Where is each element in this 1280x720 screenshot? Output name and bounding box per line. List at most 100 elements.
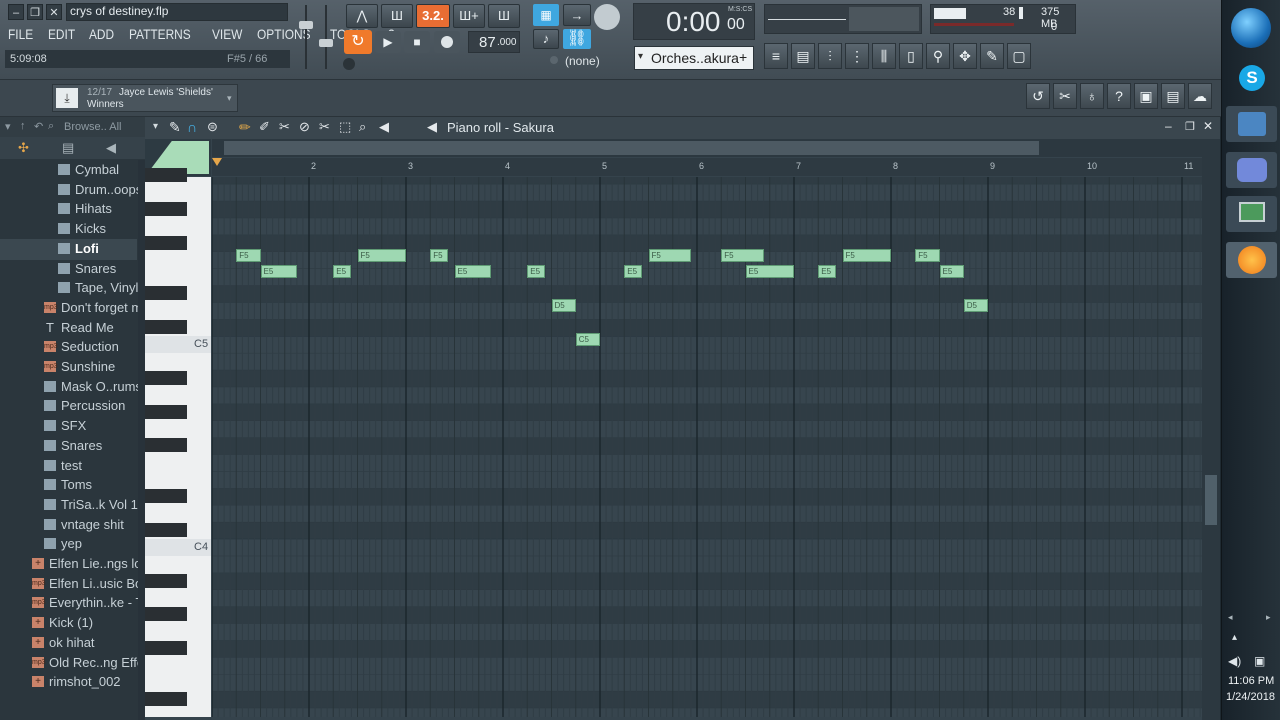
play-button[interactable]: ▶ [375, 31, 401, 53]
countdown-icon[interactable] [594, 4, 620, 30]
browser-item[interactable]: Snares [0, 259, 137, 280]
playback-tool-icon[interactable]: ◀ [379, 119, 389, 135]
black-key[interactable] [145, 438, 187, 453]
undo-icon[interactable]: ↺ [1026, 83, 1050, 109]
piano-roll-icon[interactable]: ⋮ [845, 43, 869, 69]
browser-item[interactable]: Toms [0, 475, 137, 496]
help-icon[interactable]: ? [1107, 83, 1131, 109]
magnet-icon[interactable]: ∩ [187, 119, 197, 135]
black-key[interactable] [145, 641, 187, 656]
stamp-icon[interactable]: ⊜ [207, 119, 218, 135]
computer-taskbar-icon[interactable] [1226, 196, 1277, 232]
zoom-tool-icon[interactable]: ⌕ [359, 119, 366, 135]
microphone-icon[interactable]: ♁ [1080, 83, 1104, 109]
save-icon[interactable]: ▣ [1134, 83, 1158, 109]
step-forward-icon[interactable]: → [563, 4, 591, 26]
pencil-icon[interactable]: ✏ [239, 119, 251, 136]
black-key[interactable] [145, 286, 187, 301]
note[interactable]: E5 [454, 265, 491, 279]
none-select[interactable]: (none) [565, 54, 600, 68]
mute-tool-icon[interactable]: ⊘ [299, 119, 310, 135]
window-icon[interactable]: ▢ [1007, 43, 1031, 69]
channel-selector[interactable]: ▾ Orches..akura + [634, 46, 754, 70]
timeline-ruler[interactable]: 2 3 4 5 6 7 8 9 10 11 [212, 158, 1202, 176]
menu-item-add[interactable]: ADD [89, 26, 114, 42]
back-icon[interactable]: ↶ [34, 120, 43, 133]
show-hidden-icon[interactable]: ▴ [1232, 632, 1237, 643]
up-arrow-icon[interactable]: ↑ [20, 120, 26, 132]
black-key[interactable] [145, 168, 187, 182]
black-key[interactable] [145, 573, 187, 588]
close-icon[interactable]: ✕ [1203, 119, 1213, 133]
note[interactable]: F5 [915, 248, 940, 262]
piano-roll-title[interactable]: Piano roll - Sakura [447, 120, 554, 135]
note[interactable]: F5 [430, 248, 449, 262]
master-volume-slider[interactable] [298, 5, 314, 69]
skype-taskbar-icon[interactable]: S [1226, 60, 1277, 96]
note[interactable]: E5 [818, 265, 837, 279]
pattern-number-display[interactable]: 3.2. [416, 4, 450, 28]
browser-item[interactable]: mp3 Old Rec..ng Effect [0, 653, 154, 674]
note[interactable]: C5 [575, 333, 600, 346]
minimize-icon[interactable]: – [8, 4, 24, 20]
note[interactable]: E5 [745, 265, 794, 279]
note[interactable]: F5 [842, 248, 891, 262]
browser-item[interactable]: Drum..oops [0, 180, 142, 201]
blend-notes-icon[interactable]: ♪ [533, 29, 559, 49]
app-taskbar-icon[interactable] [1226, 106, 1277, 142]
touch-icon[interactable]: ✥ [953, 43, 977, 69]
metronome-button[interactable]: ⋀ [346, 4, 378, 28]
note[interactable]: F5 [721, 248, 764, 262]
song-time-display[interactable]: 0:00 00 M:S:CS [633, 3, 755, 40]
slice-tool-icon[interactable]: ✂ [319, 119, 330, 135]
tab-speaker-icon[interactable]: ◀ [106, 140, 116, 156]
select-tool-icon[interactable]: ⬚ [339, 119, 351, 135]
tab-files-icon[interactable]: ▤ [62, 140, 74, 156]
note[interactable]: F5 [357, 248, 406, 262]
browser-item[interactable]: + ok hihat [0, 633, 137, 654]
vertical-scrollbar[interactable] [1202, 139, 1220, 720]
render-icon[interactable]: ▤ [1161, 83, 1185, 109]
wrench-icon[interactable]: ✎ [169, 119, 181, 136]
black-key[interactable] [145, 404, 187, 419]
restore-icon[interactable]: ❐ [27, 4, 43, 20]
menu-item-patterns[interactable]: PATTERNS [129, 26, 191, 42]
note-grid[interactable]: F5 E5 E5 F5 F5 E5 E5 D5 C5 E5 F5 F5 E5 E5 F5 F5 E5 D5 [212, 177, 1202, 717]
note[interactable]: E5 [939, 265, 964, 279]
note[interactable]: F5 [648, 248, 691, 262]
menu-arrow-icon[interactable]: ▾ [153, 121, 158, 132]
volume-icon[interactable]: ◀) [1228, 654, 1241, 668]
tab-plugins-icon[interactable]: ✣ [18, 140, 29, 156]
restore-icon[interactable]: ❐ [1185, 120, 1195, 133]
browser-item[interactable]: mp3 Elfen Li..usic Box) [0, 574, 153, 595]
browser-item[interactable]: T Read Me [0, 318, 137, 339]
black-key[interactable] [145, 522, 187, 537]
menu-item-edit[interactable]: EDIT [48, 26, 75, 42]
mixer-icon[interactable]: ▤ [791, 43, 815, 69]
browser-filter[interactable]: Browse.. All [64, 121, 121, 133]
browser-item[interactable]: SFX [0, 416, 137, 437]
search-icon[interactable]: ⌕ [48, 120, 54, 133]
cut-icon[interactable]: ✂ [1053, 83, 1077, 109]
tempo-display[interactable]: 87 .000 [468, 31, 520, 53]
link-icon[interactable]: ⛓ [563, 29, 591, 49]
piano-keyboard[interactable]: C5 C4 [145, 168, 211, 717]
browser-item[interactable]: mp3 Don't forget me [0, 298, 149, 319]
browser-item[interactable]: mp3 Everythin..ke - TAG [0, 593, 161, 614]
news-panel[interactable]: ⤓ 12/17 Jayce Lewis 'Shields' Winners ▾ [52, 84, 238, 112]
speaker-icon[interactable]: ◀ [427, 119, 437, 135]
close-icon[interactable]: ✕ [46, 4, 62, 20]
browser-item[interactable]: vntage shit [0, 515, 137, 536]
browser-scrollbar[interactable] [138, 160, 145, 720]
plugin-picker-icon[interactable]: ⫼ [872, 43, 896, 69]
note[interactable]: E5 [527, 265, 546, 279]
black-key[interactable] [145, 235, 187, 250]
black-key[interactable] [145, 320, 187, 335]
browser-item[interactable]: + Kick (1) [0, 613, 137, 634]
step-edit-button[interactable]: Ш+ [453, 4, 485, 28]
browser-item[interactable]: test [0, 456, 137, 477]
black-key[interactable] [145, 201, 187, 216]
master-pitch-slider[interactable] [318, 5, 334, 69]
note[interactable]: E5 [260, 265, 297, 279]
typing-keyboard-icon[interactable]: ▦ [533, 4, 559, 26]
